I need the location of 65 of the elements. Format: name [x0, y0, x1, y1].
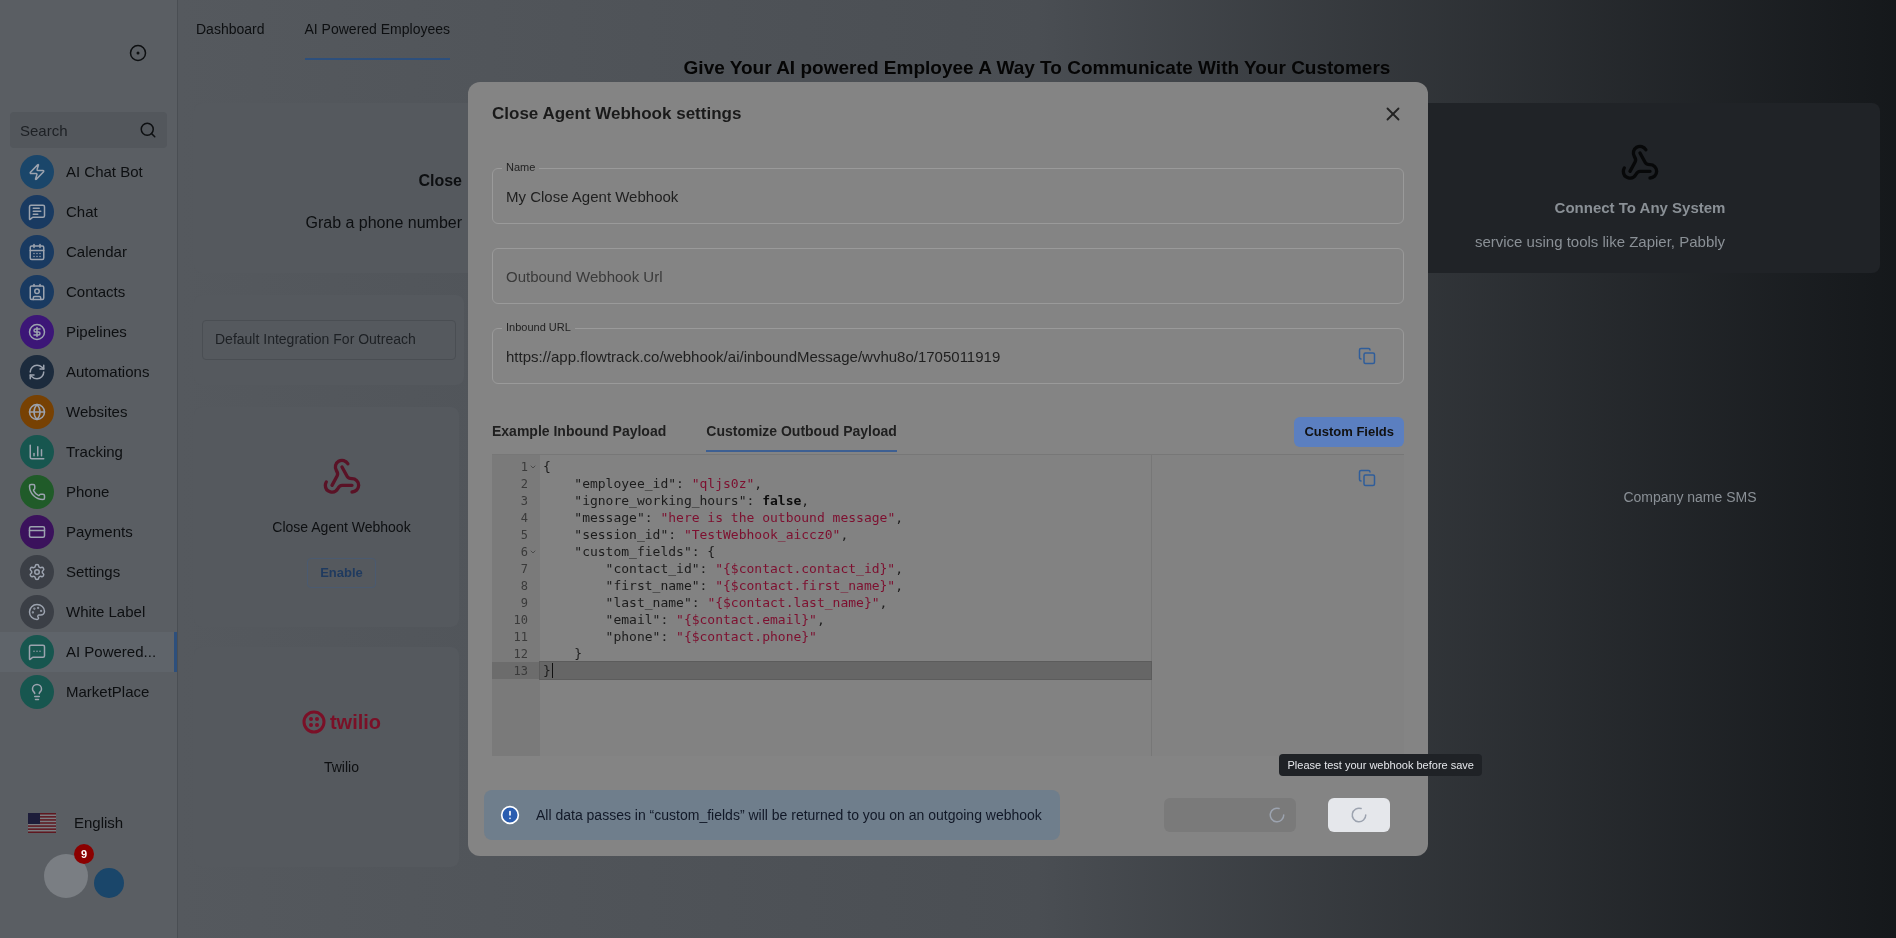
page-tab[interactable]: Dashboard — [196, 0, 265, 60]
twilio-wordmark: twilio — [329, 709, 382, 735]
line-number: 9 — [520, 594, 528, 612]
line-number: 4 — [520, 509, 528, 527]
integration-name: Close Agent Webhook — [272, 517, 411, 537]
integration-name: Twilio — [324, 757, 359, 777]
webhook-icon — [321, 456, 362, 497]
sidebar-item[interactable]: MarketPlace — [0, 672, 177, 712]
sidebar-item[interactable]: Payments — [0, 512, 177, 552]
line-number: 6 — [520, 543, 528, 561]
line-number: 7 — [520, 560, 528, 578]
sidebar-item[interactable]: Pipelines — [0, 312, 177, 352]
record-icon[interactable] — [129, 44, 147, 62]
help-button[interactable] — [94, 868, 124, 898]
page-tab[interactable]: AI Powered Employees — [304, 0, 451, 60]
line-number: 8 — [520, 577, 528, 595]
sidebar-item[interactable]: Tracking — [0, 432, 177, 472]
field-label: Inbound URL — [502, 320, 575, 334]
payload-tab[interactable]: Example Inbound Payload — [492, 412, 667, 452]
copy-icon[interactable] — [1358, 469, 1376, 487]
card-title: Connect To Any System — [1554, 197, 1726, 218]
sidebar-item[interactable]: Phone — [0, 472, 177, 512]
sidebar-item[interactable]: Chat — [0, 192, 177, 232]
card-title: Close — [418, 170, 462, 191]
card-description: Grab a phone number — [305, 212, 462, 233]
save-button[interactable] — [1328, 798, 1390, 832]
card-description: service using tools like Zapier, Pabbly — [1474, 232, 1726, 252]
info-icon — [500, 805, 520, 825]
line-number: 11 — [513, 628, 528, 646]
spinner-icon — [1350, 806, 1368, 824]
copy-icon[interactable] — [1358, 347, 1376, 365]
sidebar-item[interactable]: AI Chat Bot — [0, 152, 177, 192]
sidebar-item[interactable]: Automations — [0, 352, 177, 392]
spinner-icon — [1268, 806, 1286, 824]
twilio-logo-icon — [301, 709, 326, 734]
info-message: All data passes in “custom_fields” will be returned to you on an outgoing webhook — [536, 805, 1042, 825]
sidebar-item[interactable]: Contacts — [0, 272, 177, 312]
sidebar-item[interactable]: Calendar — [0, 232, 177, 272]
line-number: 12 — [513, 645, 528, 663]
sidebar-item[interactable]: White Label — [0, 592, 177, 632]
flag-icon — [28, 813, 56, 833]
dialog-title: Close Agent Webhook settings — [492, 103, 742, 126]
text-cursor — [551, 663, 553, 678]
line-number: 10 — [513, 611, 528, 629]
webhook-icon — [1620, 142, 1660, 183]
field-label: Name — [502, 160, 540, 174]
custom-fields-button[interactable]: Custom Fields — [1294, 417, 1404, 447]
line-number: 1 — [520, 458, 528, 476]
search-icon[interactable] — [139, 121, 157, 139]
line-number: 3 — [520, 492, 528, 510]
text-field[interactable]: Outbound Webhook Url — [492, 248, 1404, 304]
line-number: 5 — [520, 526, 528, 544]
integration-name: Company name SMS — [1623, 487, 1757, 507]
payload-tab[interactable]: Customize Outboud Payload — [706, 412, 897, 452]
sidebar-item[interactable]: Websites — [0, 392, 177, 432]
sidebar-item[interactable]: AI Powered... — [0, 632, 177, 672]
language-label[interactable]: English — [74, 811, 124, 835]
search-field[interactable]: Search — [10, 112, 167, 148]
notification-badge: 9 — [74, 844, 94, 864]
integration-select[interactable]: Default Integration For Outreach — [202, 319, 456, 360]
test-button[interactable] — [1164, 798, 1296, 832]
page-heading: Give Your AI powered Employee A Way To Communicate With Your Customers — [683, 56, 1391, 80]
sidebar-item[interactable]: Settings — [0, 552, 177, 592]
line-number: 2 — [520, 475, 528, 493]
tooltip: Please test your webhook before save — [1279, 754, 1482, 776]
